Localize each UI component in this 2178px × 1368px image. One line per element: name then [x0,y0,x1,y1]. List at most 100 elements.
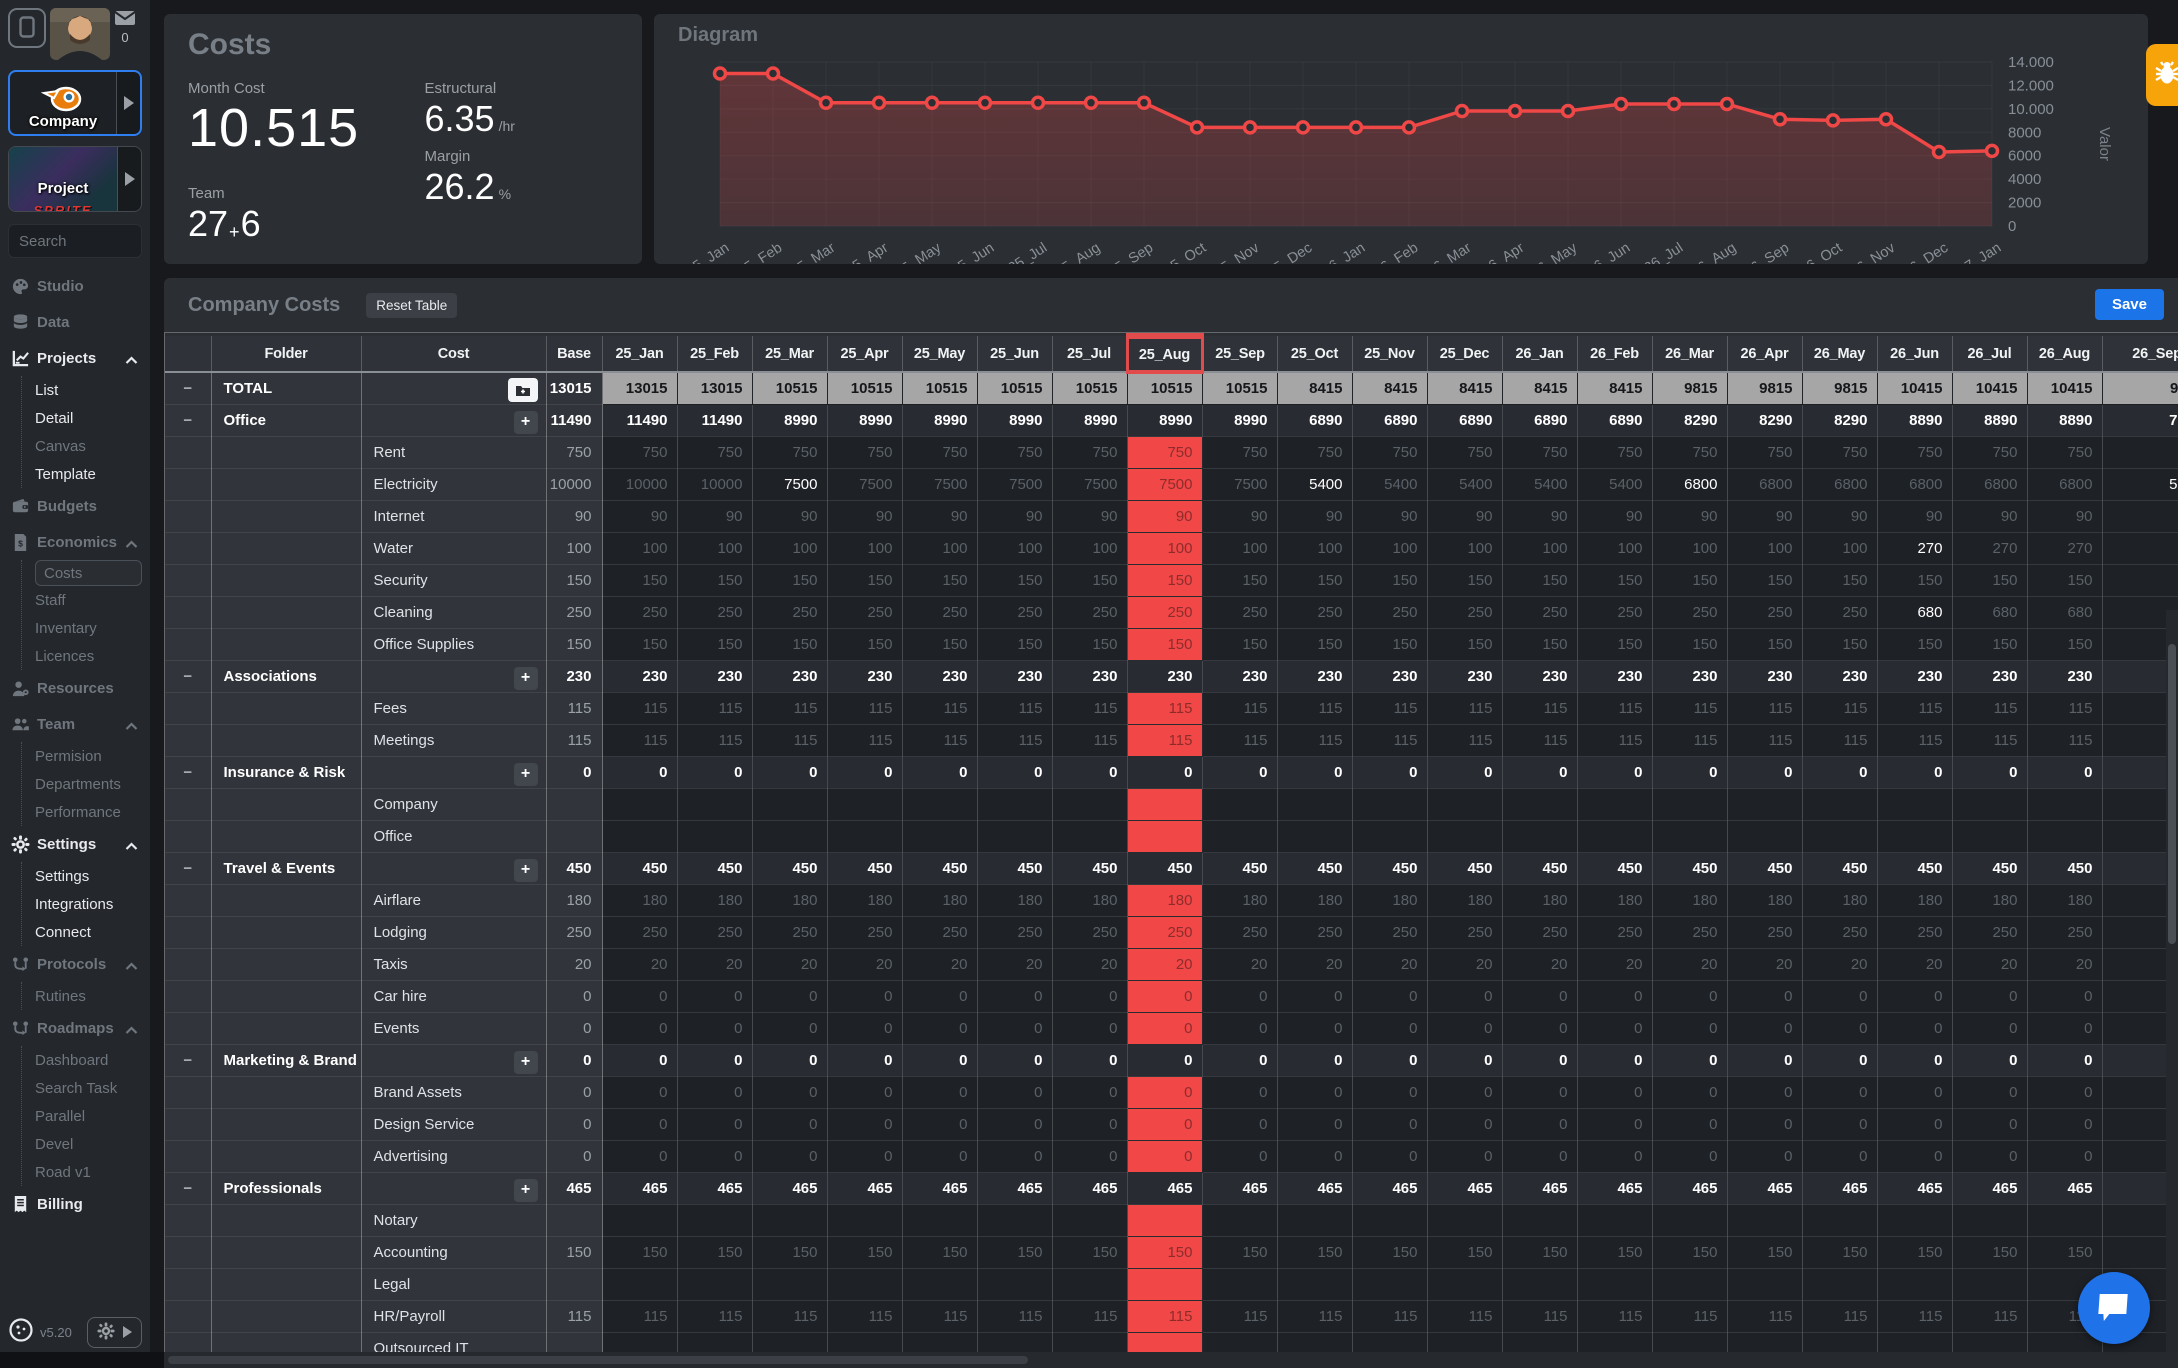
cell-notary-25_Mar[interactable] [752,1204,827,1236]
cell-office-supplies-26_May[interactable]: 150 [1802,628,1877,660]
cell-airflare-26_Jun[interactable]: 180 [1877,884,1952,916]
cell-internet-25_Apr[interactable]: 90 [827,500,902,532]
cell-outsourced-it-26_Apr[interactable] [1727,1332,1802,1352]
cell-electricity-26_Feb[interactable]: 5400 [1577,468,1652,500]
cell-legal-26_May[interactable] [1802,1268,1877,1300]
cell-car-hire-25_Jun[interactable]: 0 [977,980,1052,1012]
cell-accounting-25_Oct[interactable]: 150 [1277,1236,1352,1268]
cell-water-26_Aug[interactable]: 270 [2027,532,2102,564]
cell-rent-25_Dec[interactable]: 750 [1427,436,1502,468]
cell-hr-payroll-26_Jan[interactable]: 115 [1502,1300,1577,1332]
cell-cleaning-25_Nov[interactable]: 250 [1352,596,1427,628]
cell-office-supplies-26_Feb[interactable]: 150 [1577,628,1652,660]
cell-office-supplies-25_Jan[interactable]: 150 [602,628,677,660]
add-cost-button[interactable]: + [514,763,538,786]
cell-cleaning-25_Aug[interactable]: 250 [1127,596,1202,628]
base-cell[interactable]: 90 [546,500,602,532]
cell-car-hire-25_Aug[interactable]: 0 [1127,980,1202,1012]
cell-advertising-26_Jul[interactable]: 0 [1952,1140,2027,1172]
column-header-26_Sep[interactable]: 26_Sep [2102,336,2178,372]
column-header-26_Apr[interactable]: 26_Apr [1727,336,1802,372]
cell-lodging-25_Dec[interactable]: 250 [1427,916,1502,948]
cell-car-hire-26_Aug[interactable]: 0 [2027,980,2102,1012]
cell-legal-25_Dec[interactable] [1427,1268,1502,1300]
cell-internet-25_Feb[interactable]: 90 [677,500,752,532]
cell-fees-25_Jul[interactable]: 115 [1052,692,1127,724]
cell-security-25_Feb[interactable]: 150 [677,564,752,596]
cell-events-25_Jan[interactable]: 0 [602,1012,677,1044]
sidebar-subitem-dashboard[interactable]: Dashboard [35,1046,150,1074]
collapse-toggle-cell[interactable]: − [165,1172,211,1204]
cell-outsourced-it-25_Dec[interactable] [1427,1332,1502,1352]
cell-internet-25_Sep[interactable]: 90 [1202,500,1277,532]
sidebar-item-protocols[interactable]: Protocols [0,946,150,982]
menu-toggle-button[interactable] [8,8,46,48]
cell-design-service-25_Oct[interactable]: 0 [1277,1108,1352,1140]
cell-fees-26_Jul[interactable]: 115 [1952,692,2027,724]
cell-accounting-26_Jan[interactable]: 150 [1502,1236,1577,1268]
base-cell[interactable]: 0 [546,1076,602,1108]
cell-airflare-25_Sep[interactable]: 180 [1202,884,1277,916]
cell-events-26_Jan[interactable]: 0 [1502,1012,1577,1044]
sidebar-subitem-inventary[interactable]: Inventary [35,614,150,642]
cell-design-service-25_Feb[interactable]: 0 [677,1108,752,1140]
base-cell[interactable]: 10000 [546,468,602,500]
cell-car-hire-25_Dec[interactable]: 0 [1427,980,1502,1012]
cell-company-26_Jun[interactable] [1877,788,1952,820]
column-header-25_Apr[interactable]: 25_Apr [827,336,902,372]
cell-company-26_Jul[interactable] [1952,788,2027,820]
cell-events-25_Dec[interactable]: 0 [1427,1012,1502,1044]
cell-airflare-25_Nov[interactable]: 180 [1352,884,1427,916]
cell-advertising-25_May[interactable]: 0 [902,1140,977,1172]
cell-design-service-25_Jun[interactable]: 0 [977,1108,1052,1140]
cell-hr-payroll-26_May[interactable]: 115 [1802,1300,1877,1332]
cell-design-service-25_Aug[interactable]: 0 [1127,1108,1202,1140]
base-cell[interactable]: 115 [546,692,602,724]
cell-outsourced-it-26_Jan[interactable] [1502,1332,1577,1352]
horizontal-scrollbar-thumb[interactable] [168,1356,1028,1364]
cell-notary-25_Dec[interactable] [1427,1204,1502,1236]
cell-events-25_Jul[interactable]: 0 [1052,1012,1127,1044]
cell-cleaning-26_Aug[interactable]: 680 [2027,596,2102,628]
cell-brand-assets-26_Aug[interactable]: 0 [2027,1076,2102,1108]
cell-rent-26_Aug[interactable]: 750 [2027,436,2102,468]
cell-brand-assets-25_Oct[interactable]: 0 [1277,1076,1352,1108]
cell-brand-assets-25_Jan[interactable]: 0 [602,1076,677,1108]
cell-office-25_Dec[interactable] [1427,820,1502,852]
cell-car-hire-25_Jul[interactable]: 0 [1052,980,1127,1012]
cell-legal-25_Nov[interactable] [1352,1268,1427,1300]
cell-internet-25_Aug[interactable]: 90 [1127,500,1202,532]
column-header-26_May[interactable]: 26_May [1802,336,1877,372]
cell-airflare-25_Apr[interactable]: 180 [827,884,902,916]
cell-taxis-26_May[interactable]: 20 [1802,948,1877,980]
cell-meetings-26_Feb[interactable]: 115 [1577,724,1652,756]
cell-office-26_Aug[interactable] [2027,820,2102,852]
cell-taxis-25_Jan[interactable]: 20 [602,948,677,980]
cell-airflare-26_Jul[interactable]: 180 [1952,884,2027,916]
cell-rent-25_Oct[interactable]: 750 [1277,436,1352,468]
cell-internet-25_Jul[interactable]: 90 [1052,500,1127,532]
cell-water-26_May[interactable]: 100 [1802,532,1877,564]
cell-meetings-25_Mar[interactable]: 115 [752,724,827,756]
cell-rent-25_Jan[interactable]: 750 [602,436,677,468]
cell-lodging-26_May[interactable]: 250 [1802,916,1877,948]
cell-events-25_Jun[interactable]: 0 [977,1012,1052,1044]
cell-accounting-26_Aug[interactable]: 150 [2027,1236,2102,1268]
cell-office-26_Jun[interactable] [1877,820,1952,852]
cell-security-26_Apr[interactable]: 150 [1727,564,1802,596]
cell-car-hire-26_Jul[interactable]: 0 [1952,980,2027,1012]
cell-security-26_Jun[interactable]: 150 [1877,564,1952,596]
cell-car-hire-26_Apr[interactable]: 0 [1727,980,1802,1012]
cell-internet-25_Jan[interactable]: 90 [602,500,677,532]
cell-security-26_Mar[interactable]: 150 [1652,564,1727,596]
cell-internet-26_Feb[interactable]: 90 [1577,500,1652,532]
cell-security-26_Feb[interactable]: 150 [1577,564,1652,596]
cell-taxis-25_May[interactable]: 20 [902,948,977,980]
cell-hr-payroll-25_Dec[interactable]: 115 [1427,1300,1502,1332]
cell-brand-assets-26_Feb[interactable]: 0 [1577,1076,1652,1108]
cell-accounting-25_Jul[interactable]: 150 [1052,1236,1127,1268]
cell-car-hire-25_Mar[interactable]: 0 [752,980,827,1012]
cell-water-26_Apr[interactable]: 100 [1727,532,1802,564]
vertical-scrollbar-thumb[interactable] [2168,644,2176,944]
cell-airflare-25_Dec[interactable]: 180 [1427,884,1502,916]
